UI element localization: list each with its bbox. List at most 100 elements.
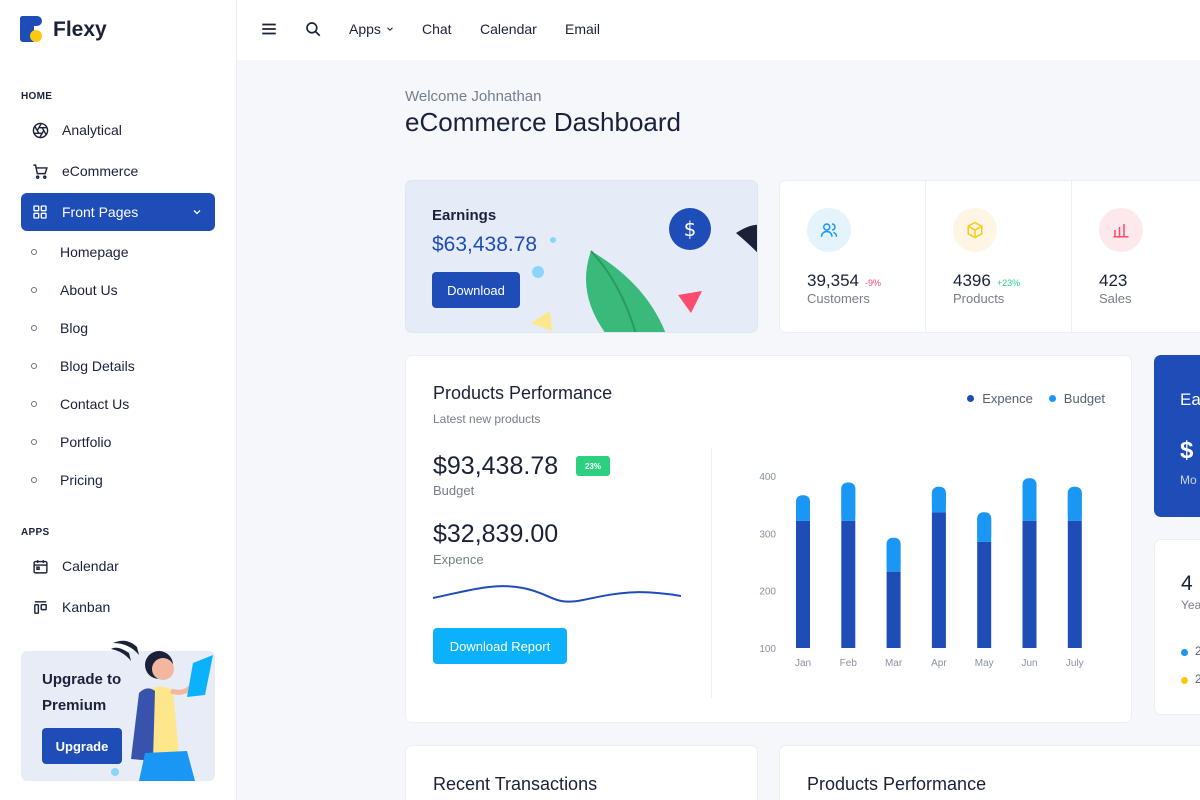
sidebar-subitem-portfolio[interactable]: Portfolio [31, 430, 111, 454]
sidebar-item-ecommerce[interactable]: eCommerce [21, 152, 215, 190]
topnav-email[interactable]: Email [565, 21, 600, 37]
recent-transactions-card: Recent Transactions [405, 745, 758, 800]
stat-change: +23% [996, 278, 1021, 288]
budget-value: $93,438.78 [433, 452, 559, 480]
bullet-icon [31, 363, 37, 369]
bar-expence-mar[interactable] [886, 571, 901, 648]
bar-segment-fill [841, 488, 856, 521]
users-icon [807, 208, 851, 252]
bar-expence-jan[interactable] [796, 520, 810, 648]
topnav-chat[interactable]: Chat [422, 21, 452, 37]
products-performance-chart: 100 200 300 400 Jan Feb Mar Apr May Jun July [759, 472, 1084, 669]
page-title: eCommerce Dashboard [405, 107, 682, 137]
x-tick-label: July [1066, 658, 1084, 669]
sidebar-item-label: Front Pages [62, 204, 139, 220]
bar-expence-feb[interactable] [841, 520, 856, 648]
sidebar-subitem-contact-us[interactable]: Contact Us [31, 392, 129, 416]
yearly-summary-card: 4 Yea 2 2 [1154, 539, 1200, 715]
bullet-icon [31, 325, 37, 331]
stat-value: 39,354 [807, 271, 859, 290]
sidebar-item-kanban[interactable]: Kanban [21, 588, 215, 626]
chevron-down-icon [386, 27, 393, 31]
earnings-label: Earnings [432, 207, 497, 224]
bar-chart-icon [1099, 208, 1143, 252]
x-tick-label: Mar [885, 658, 903, 669]
cart-icon [31, 162, 49, 180]
legend-item-budget: Budget [1048, 391, 1105, 406]
x-tick-label: Feb [840, 658, 858, 669]
legend-item-expence: Expence [967, 391, 1033, 406]
calendar-icon [31, 557, 49, 575]
sidebar-subitem-homepage[interactable]: Homepage [31, 240, 129, 264]
nav-caption-home: HOME [21, 91, 53, 102]
welcome-text: Welcome Johnathan [405, 88, 542, 105]
legend-dot [1181, 649, 1188, 656]
legend-value: 2 [1195, 644, 1200, 658]
logo-mark-icon [20, 16, 44, 44]
sidebar-item-label: Kanban [62, 599, 111, 615]
y-tick-label: 300 [759, 529, 776, 540]
divider [711, 448, 712, 698]
sidebar-subitem-about-us[interactable]: About Us [31, 278, 118, 302]
sidebar-item-analytical[interactable]: Analytical [21, 111, 215, 149]
sidebar-subitem-blog-details[interactable]: Blog Details [31, 354, 135, 378]
sidebar-item-calendar[interactable]: Calendar [21, 547, 215, 585]
card-value: $ [1180, 437, 1194, 464]
bar-segment-fill [796, 501, 810, 521]
card-subtitle: Yea [1181, 598, 1200, 612]
upgrade-promo-card: Upgrade to Premium Upgrade [21, 640, 215, 781]
download-button[interactable]: Download [432, 272, 520, 308]
earnings-illustration: $ [531, 208, 757, 332]
bullet-icon [31, 439, 37, 445]
expence-value: $32,839.00 [433, 520, 559, 548]
legend-dot [1181, 677, 1188, 684]
bar-expence-jun[interactable] [1022, 520, 1037, 648]
sidebar-item-label: Analytical [62, 122, 122, 138]
x-tick-label: Jun [1021, 658, 1037, 669]
bar-expence-july[interactable] [1067, 520, 1082, 648]
hamburger-menu-icon[interactable] [260, 20, 280, 40]
products-performance-card: Products Performance Latest new products… [405, 355, 1132, 723]
bullet-icon [31, 287, 37, 293]
stat-label: Customers [807, 291, 870, 306]
download-report-button[interactable]: Download Report [433, 628, 567, 664]
box-icon [953, 208, 997, 252]
nav-caption-apps: APPS [21, 527, 50, 538]
card-title: Recent Transactions [433, 774, 598, 794]
search-icon[interactable] [304, 20, 324, 40]
grid-icon [31, 203, 49, 221]
bullet-icon [31, 477, 37, 483]
bar-segment-fill [886, 543, 901, 572]
expence-label: Expence [433, 552, 484, 567]
top-navbar: Apps Chat Calendar Email [237, 0, 1200, 60]
topnav-apps[interactable]: Apps [349, 21, 395, 37]
bullet-icon [31, 249, 37, 255]
stat-label: Products [953, 291, 1005, 306]
bullet-icon [31, 401, 37, 407]
card-title: Ea [1180, 390, 1200, 409]
earnings-value: $63,438.78 [432, 233, 538, 256]
kanban-icon [31, 598, 49, 616]
legend-value: 2 [1195, 672, 1200, 686]
sidebar-item-label: eCommerce [62, 163, 139, 179]
sidebar-subitem-blog[interactable]: Blog [31, 316, 88, 340]
card-subtitle: Latest new products [433, 412, 541, 426]
card-title: Products Performance [433, 383, 613, 403]
x-tick-label: Jan [795, 658, 811, 669]
bar-expence-may[interactable] [977, 541, 992, 648]
bar-expence-apr[interactable] [931, 512, 946, 648]
stat-products: 4396 +23% Products [926, 181, 1072, 332]
card-title: Products Performance [807, 774, 987, 794]
earnings-summary-card: Ea $ Mo [1154, 355, 1200, 517]
bar-segment-fill [1022, 484, 1037, 521]
stat-label: Sales [1099, 291, 1132, 306]
sidebar-item-front-pages[interactable]: Front Pages [21, 193, 215, 231]
bar-segment-fill [977, 518, 992, 542]
sidebar-subitem-pricing[interactable]: Pricing [31, 468, 103, 492]
brand-logo[interactable]: Flexy [20, 16, 107, 44]
stat-value: 4396 [953, 271, 991, 290]
products-performance-table-card: Products Performance [779, 745, 1200, 800]
y-tick-label: 100 [759, 644, 776, 655]
sidebar-item-label: Calendar [62, 558, 119, 574]
topnav-calendar[interactable]: Calendar [480, 21, 537, 37]
